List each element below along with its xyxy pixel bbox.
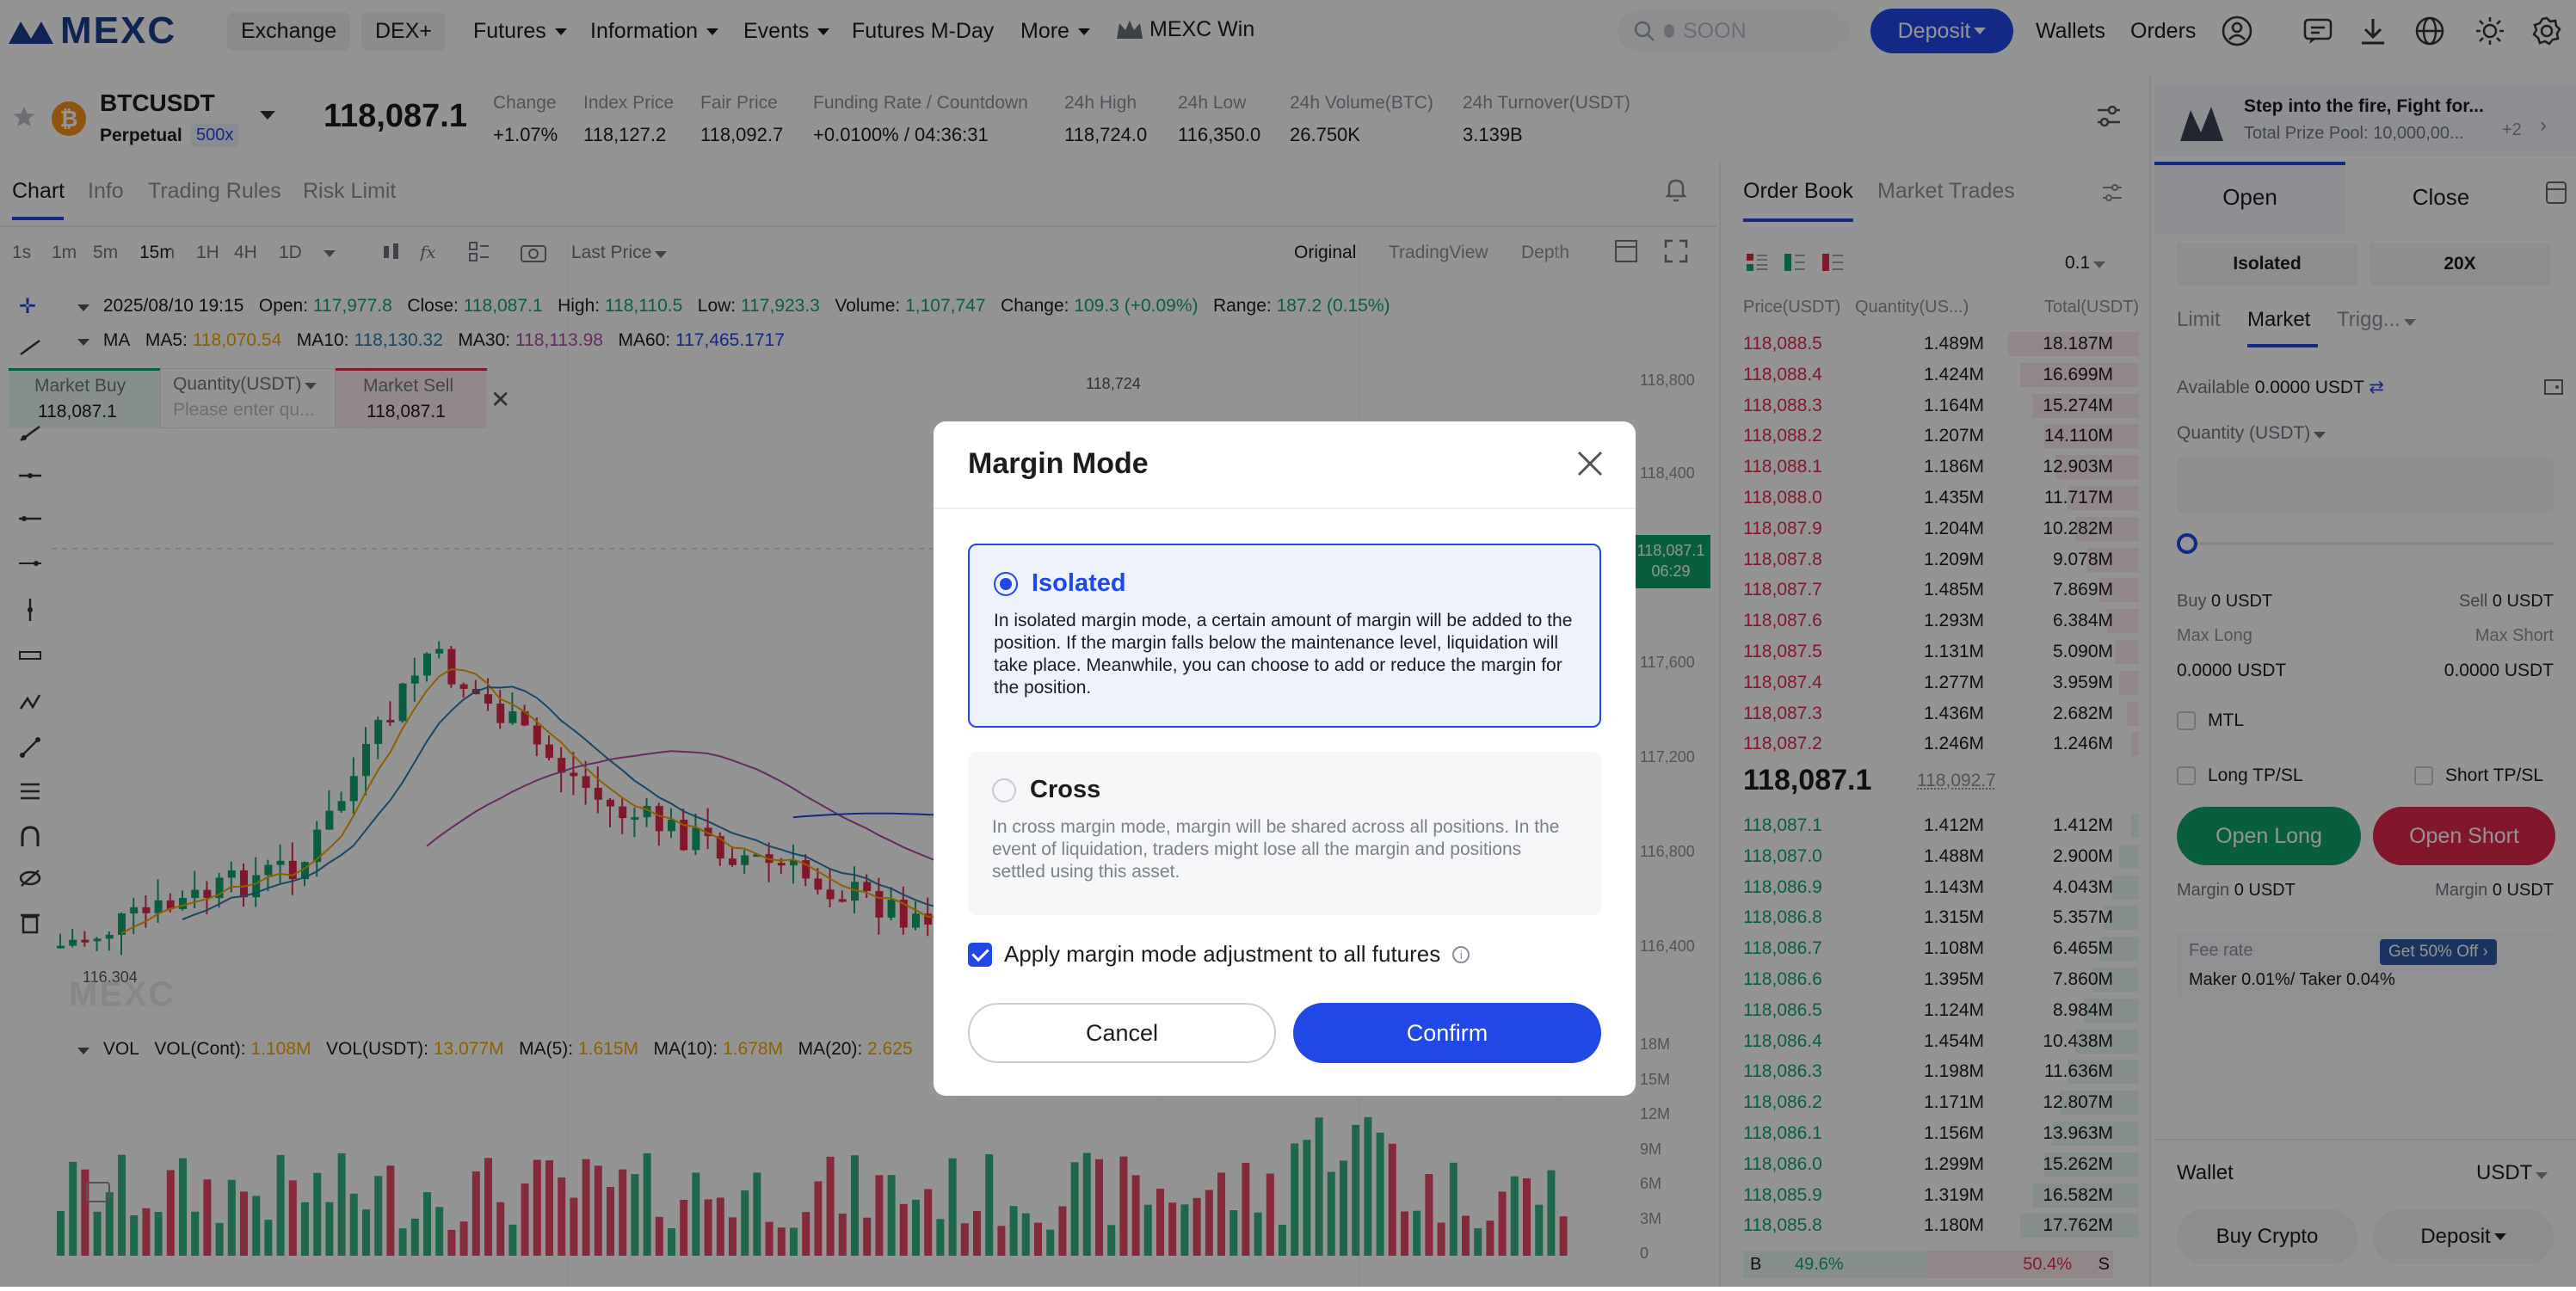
info-icon[interactable]: i [1452, 945, 1470, 963]
apply-all-label: Apply margin mode adjustment to all futu… [1004, 941, 1441, 967]
margin-mode-dialog: Margin Mode Isolated In isolated margin … [934, 421, 1636, 1096]
isolated-title: Isolated [1032, 569, 1126, 597]
cross-description: In cross margin mode, margin will be sha… [992, 817, 1560, 882]
cross-option-header: Cross [992, 776, 1577, 804]
isolated-description: In isolated margin mode, a certain amoun… [994, 611, 1573, 698]
cancel-button[interactable]: Cancel [968, 1003, 1276, 1063]
cross-option[interactable]: Cross In cross margin mode, margin will … [968, 752, 1601, 915]
dialog-title: Margin Mode [968, 447, 1149, 480]
confirm-button[interactable]: Confirm [1293, 1003, 1601, 1063]
isolated-option-header: Isolated [994, 569, 1575, 598]
isolated-radio[interactable] [994, 571, 1018, 596]
apply-all-checkbox[interactable]: Apply margin mode adjustment to all futu… [968, 941, 1470, 968]
close-icon[interactable] [1575, 449, 1605, 483]
confirm-button-label: Confirm [1406, 1019, 1488, 1046]
cancel-button-label: Cancel [1085, 1019, 1159, 1046]
cross-radio[interactable] [992, 778, 1016, 802]
cross-title: Cross [1030, 776, 1101, 803]
dialog-divider [934, 507, 1636, 509]
apply-all-checkbox-box[interactable] [968, 942, 992, 967]
isolated-option[interactable]: Isolated In isolated margin mode, a cert… [968, 544, 1601, 728]
